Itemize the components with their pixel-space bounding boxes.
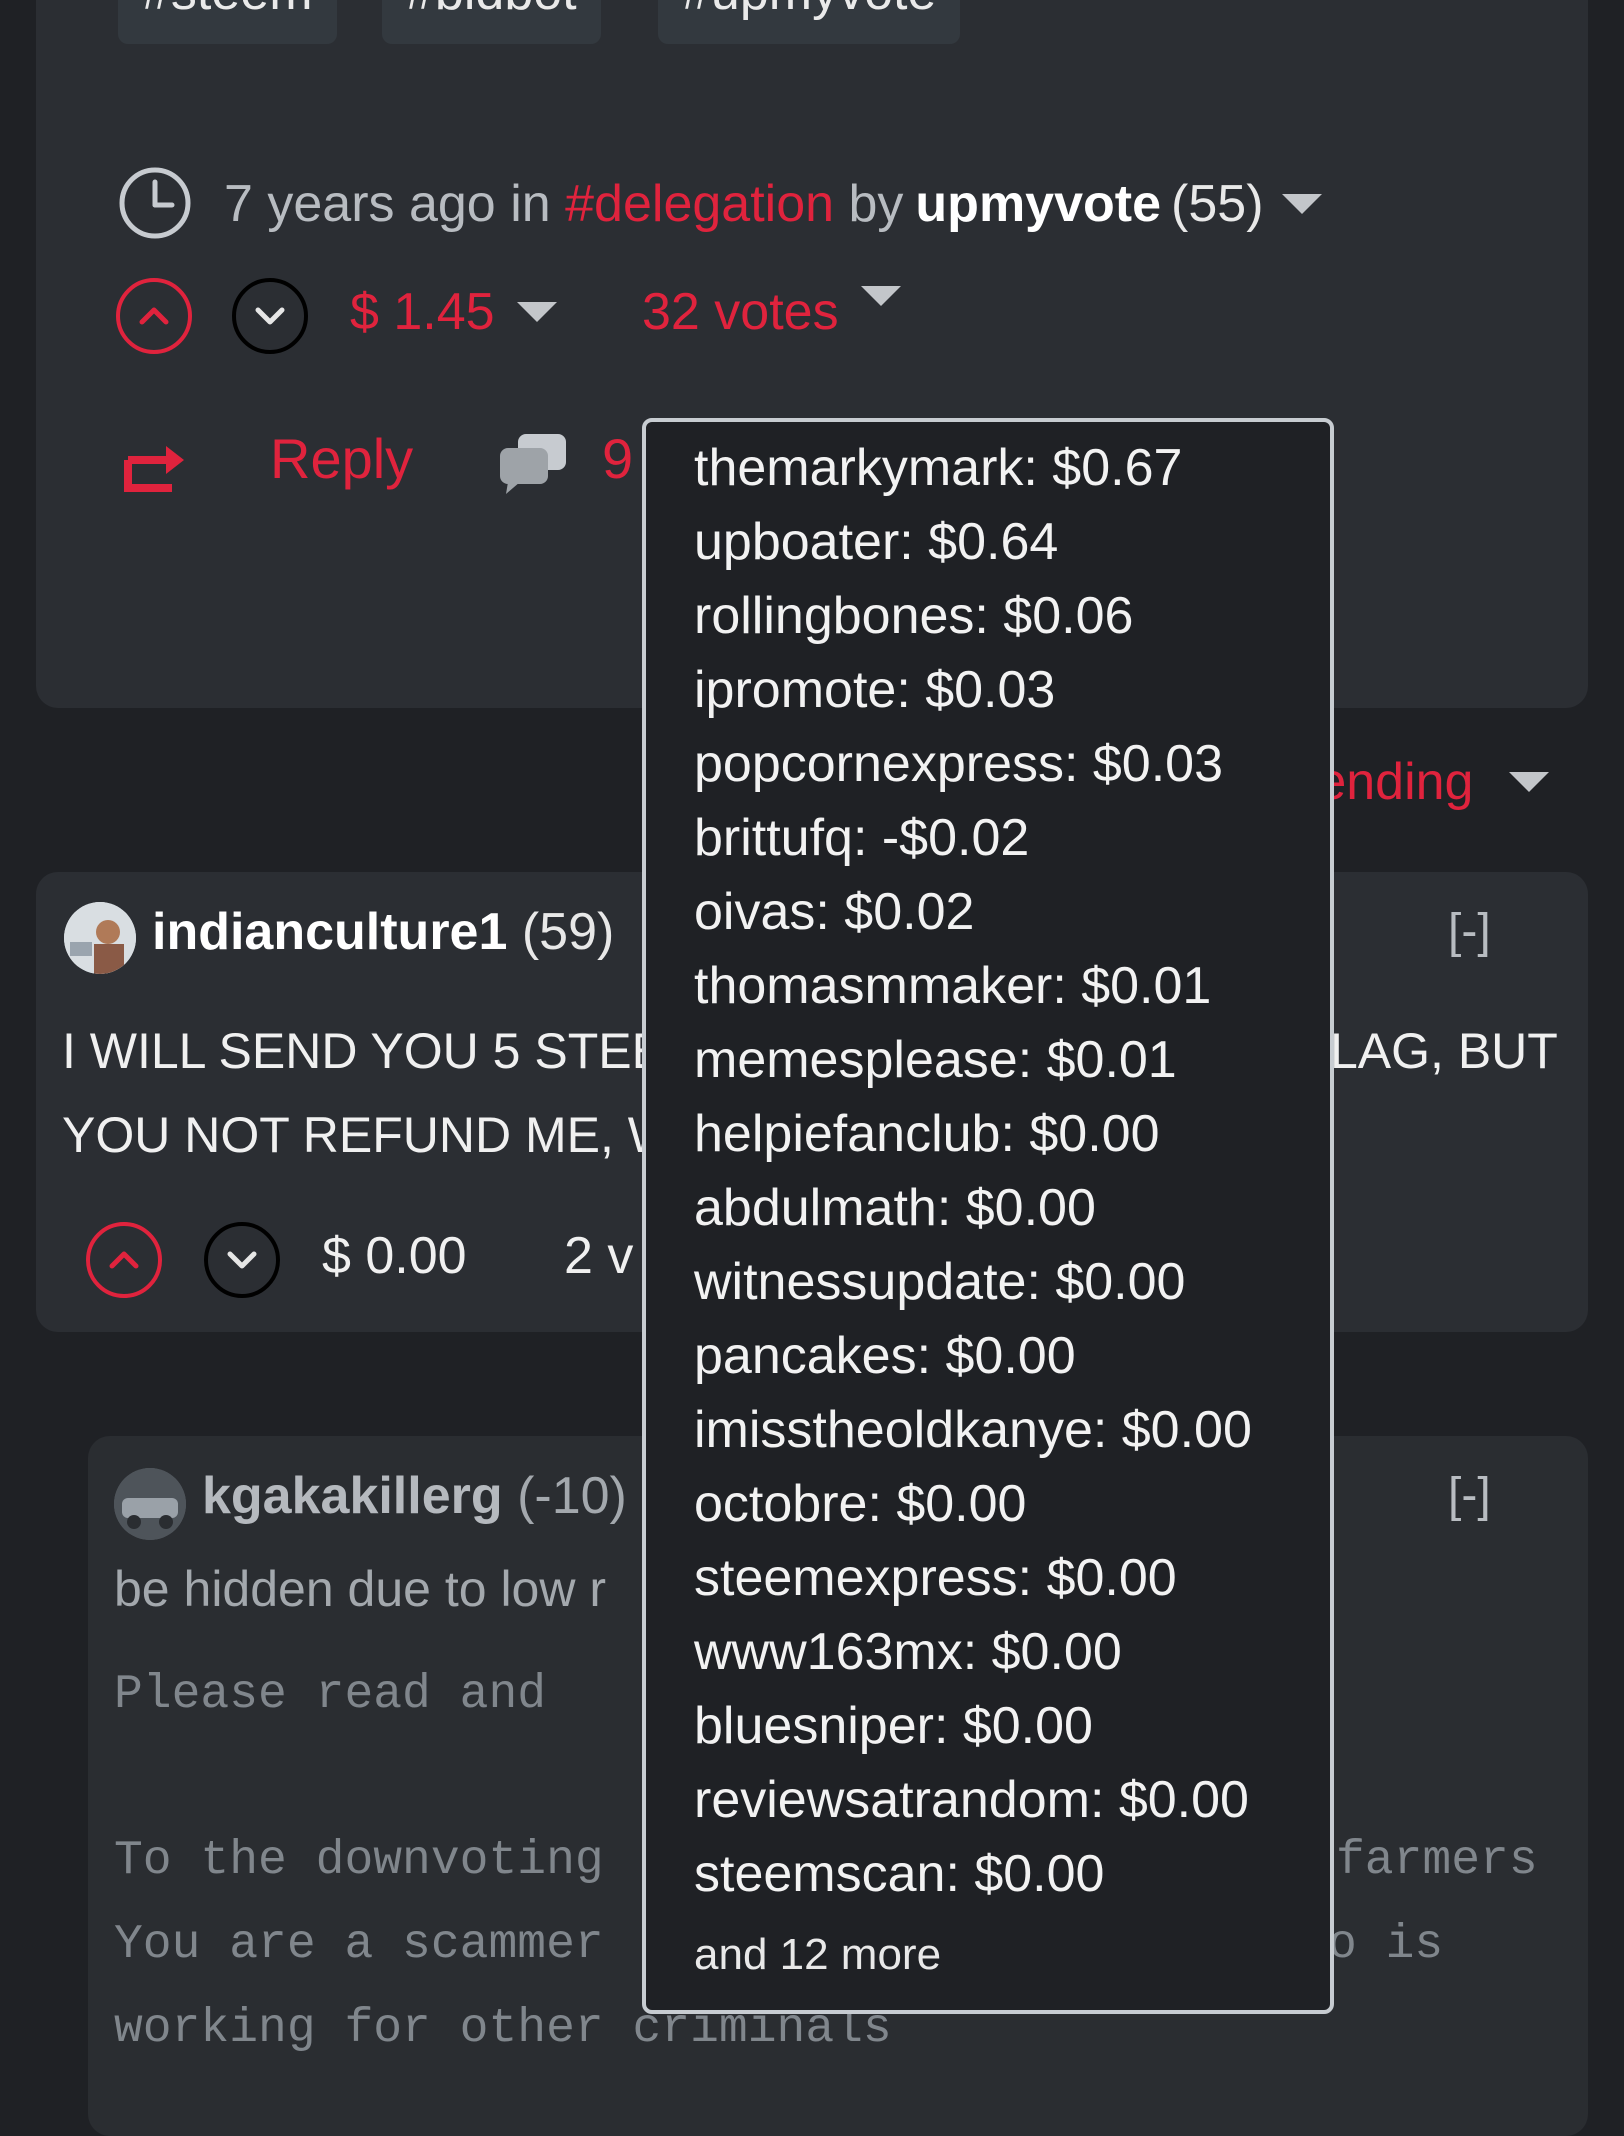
voter-item[interactable]: memesplease: $0.01 <box>694 1030 1177 1090</box>
voter-item[interactable]: abdulmath: $0.00 <box>694 1178 1096 1238</box>
post-author-link[interactable]: upmyvote <box>915 174 1161 234</box>
voter-item[interactable]: thomasmmaker: $0.01 <box>694 956 1211 1016</box>
comment-author-reputation: (59) <box>521 903 615 961</box>
more-voters-label: and 12 more <box>694 1930 942 1979</box>
voters-tooltip: themarkymark: $0.67 upboater: $0.64 roll… <box>642 418 1334 2014</box>
upvote-icon[interactable] <box>86 1222 162 1298</box>
comment-author-name[interactable]: indianculture1 <box>152 903 507 961</box>
comment-body-line-tail: o is <box>1328 1918 1444 1972</box>
voter-item[interactable]: themarkymark: $0.67 <box>694 438 1182 498</box>
in-label: in <box>510 175 551 233</box>
hidden-notice: be hidden due to low r <box>114 1561 607 1617</box>
voter-item[interactable]: witnessupdate: $0.00 <box>694 1252 1185 1312</box>
comment-votes[interactable]: 2 v <box>564 1226 633 1286</box>
post-payout[interactable]: $ 1.45 <box>350 282 557 342</box>
comment-author-name[interactable]: kgakakillerg <box>202 1467 503 1525</box>
reply-button[interactable]: Reply <box>270 426 413 491</box>
post-payout-value: $ 1.45 <box>350 283 495 341</box>
post-time: 7 years ago <box>224 175 496 233</box>
voter-item[interactable]: rollingbones: $0.06 <box>694 586 1133 646</box>
voter-item[interactable]: brittufq: -$0.02 <box>694 808 1029 868</box>
comment-body-line: YOU NOT REFUND ME, W <box>62 1107 675 1163</box>
voter-item[interactable]: octobre: $0.00 <box>694 1474 1026 1534</box>
caret-down-icon[interactable] <box>1281 194 1322 214</box>
collapse-button[interactable]: [-] <box>1448 904 1491 959</box>
clock-icon <box>118 166 192 240</box>
sort-dropdown[interactable]: rending <box>1300 752 1550 812</box>
author-reputation: (55) <box>1171 175 1264 233</box>
post-votes[interactable]: 32 votes <box>642 282 901 342</box>
caret-down-icon[interactable] <box>516 302 557 322</box>
voter-item[interactable]: bluesniper: $0.00 <box>694 1696 1093 1756</box>
avatar[interactable] <box>114 1468 186 1540</box>
comment-count[interactable]: 9 <box>602 426 633 491</box>
voter-item[interactable]: steemexpress: $0.00 <box>694 1548 1177 1608</box>
comment-body-line: Please read and <box>114 1668 547 1722</box>
voter-item[interactable]: imisstheoldkanye: $0.00 <box>694 1400 1252 1460</box>
comment-body-line-tail: LAG, BUT <box>1330 1023 1558 1079</box>
voter-item[interactable]: upboater: $0.64 <box>694 512 1058 572</box>
avatar[interactable] <box>64 902 136 974</box>
caret-down-icon[interactable] <box>1509 772 1550 792</box>
comment-body-line: You are a scammer <box>114 1918 604 1972</box>
post-category-link[interactable]: #delegation <box>565 174 834 234</box>
collapse-button[interactable]: [-] <box>1448 1468 1491 1523</box>
by-label: by <box>848 175 904 233</box>
upvote-icon[interactable] <box>116 278 192 354</box>
tag-steem[interactable]: #steem <box>118 0 337 44</box>
caret-down-icon[interactable] <box>860 286 901 306</box>
post-votes-count: 32 votes <box>642 283 839 341</box>
voter-item[interactable]: oivas: $0.02 <box>694 882 974 942</box>
comment-author[interactable]: kgakakillerg (-10) <box>202 1466 627 1526</box>
comment-body-line-tail: farmers <box>1336 1834 1538 1888</box>
tag-bidbot[interactable]: #bidbot <box>382 0 601 44</box>
downvote-icon[interactable] <box>204 1222 280 1298</box>
voter-item[interactable]: popcornexpress: $0.03 <box>694 734 1223 794</box>
voter-item[interactable]: www163mx: $0.00 <box>694 1622 1122 1682</box>
comment-body-line: To the downvoting <box>114 1834 604 1888</box>
comment-payout[interactable]: $ 0.00 <box>322 1226 467 1286</box>
downvote-icon[interactable] <box>232 278 308 354</box>
comments-icon[interactable] <box>498 432 568 496</box>
comment-author[interactable]: indianculture1 (59) <box>152 902 614 962</box>
voter-item[interactable]: steemscan: $0.00 <box>694 1844 1104 1904</box>
voter-item[interactable]: ipromote: $0.03 <box>694 660 1055 720</box>
tag-upmyvote[interactable]: #upmyvote <box>658 0 961 44</box>
voter-item[interactable]: pancakes: $0.00 <box>694 1326 1076 1386</box>
comment-author-reputation: (-10) <box>517 1467 627 1525</box>
voter-item[interactable]: helpiefanclub: $0.00 <box>694 1104 1160 1164</box>
comment-body-line: I WILL SEND YOU 5 STEE <box>62 1023 665 1079</box>
post-meta: 7 years ago in #delegation by upmyvote (… <box>224 164 1322 244</box>
reblog-icon[interactable] <box>122 440 188 494</box>
voter-item[interactable]: reviewsatrandom: $0.00 <box>694 1770 1249 1830</box>
